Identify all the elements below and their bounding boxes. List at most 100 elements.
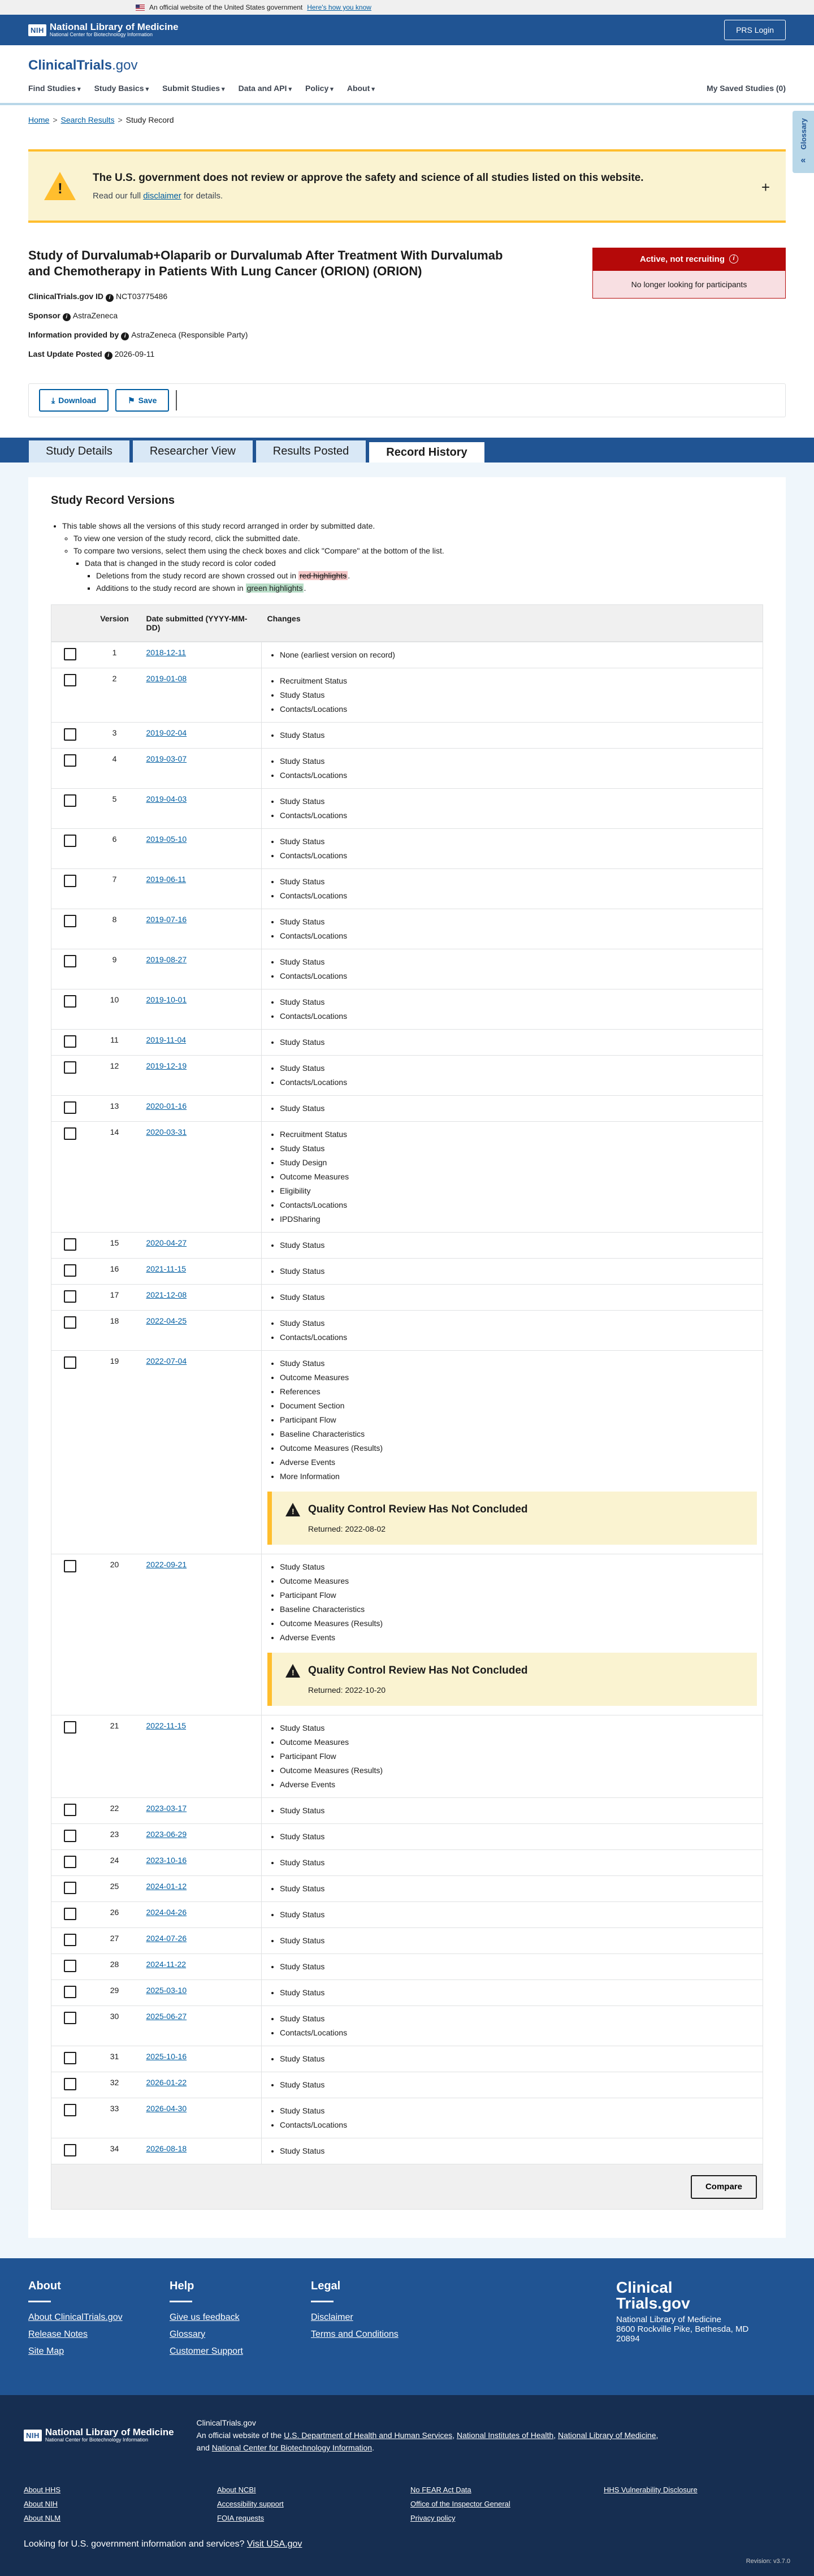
version-checkbox[interactable] (64, 2012, 76, 2024)
version-date-link[interactable]: 2020-03-31 (146, 1127, 187, 1136)
version-checkbox[interactable] (64, 674, 76, 686)
nav-item[interactable]: About (347, 84, 375, 93)
version-checkbox[interactable] (64, 794, 76, 807)
footer-link[interactable]: Customer Support (170, 2346, 311, 2357)
footer-bottom-link[interactable]: About NCBI (217, 2486, 410, 2494)
glossary-toggle[interactable]: Glossary « (793, 111, 814, 173)
version-checkbox[interactable] (64, 2052, 76, 2064)
footer-bottom-link[interactable]: Privacy policy (410, 2514, 604, 2522)
footer-bottom-link[interactable]: About NLM (24, 2514, 217, 2522)
version-date-link[interactable]: 2022-09-21 (146, 1560, 187, 1569)
version-date-link[interactable]: 2019-11-04 (146, 1035, 187, 1044)
footer-bottom-link[interactable]: Office of the Inspector General (410, 2500, 604, 2508)
version-date-link[interactable]: 2026-04-30 (146, 2104, 187, 2113)
version-date-link[interactable]: 2026-08-18 (146, 2144, 187, 2153)
version-date-link[interactable]: 2025-03-10 (146, 1986, 187, 1995)
info-icon[interactable]: i (121, 332, 129, 340)
clinicaltrials-logo[interactable]: ClinicalTrials.gov (28, 58, 786, 74)
info-icon[interactable]: i (104, 352, 112, 360)
version-checkbox[interactable] (64, 2078, 76, 2090)
version-date-link[interactable]: 2019-07-16 (146, 915, 187, 924)
footer-bottom-link[interactable]: About NIH (24, 2500, 217, 2508)
footer-bottom-link[interactable]: About HHS (24, 2486, 217, 2494)
version-checkbox[interactable] (64, 915, 76, 927)
version-checkbox[interactable] (64, 995, 76, 1008)
version-date-link[interactable]: 2022-07-04 (146, 1356, 187, 1365)
download-button[interactable]: ⤓ Download (39, 389, 109, 412)
footer-bottom-link[interactable]: Accessibility support (217, 2500, 410, 2508)
version-date-link[interactable]: 2024-04-26 (146, 1908, 187, 1917)
version-date-link[interactable]: 2022-04-25 (146, 1316, 187, 1325)
expand-plus-icon[interactable]: + (761, 179, 770, 196)
version-checkbox[interactable] (64, 1804, 76, 1816)
version-checkbox[interactable] (64, 835, 76, 847)
disclaimer-link[interactable]: disclaimer (143, 191, 181, 201)
version-checkbox[interactable] (64, 2104, 76, 2116)
version-date-link[interactable]: 2023-10-16 (146, 1856, 187, 1865)
nav-item[interactable]: Policy (305, 84, 334, 93)
version-date-link[interactable]: 2019-10-01 (146, 995, 187, 1004)
version-checkbox[interactable] (64, 1721, 76, 1734)
tab-1[interactable]: Study Details (28, 440, 130, 463)
my-saved-studies-link[interactable]: My Saved Studies (0) (707, 84, 786, 93)
version-date-link[interactable]: 2023-03-17 (146, 1804, 187, 1813)
version-checkbox[interactable] (64, 1238, 76, 1251)
footer-link[interactable]: Site Map (28, 2346, 170, 2357)
footer-bottom-link[interactable]: HHS Vulnerability Disclosure (604, 2486, 797, 2494)
version-checkbox[interactable] (64, 955, 76, 967)
version-date-link[interactable]: 2020-04-27 (146, 1238, 187, 1247)
version-date-link[interactable]: 2019-02-04 (146, 728, 187, 737)
info-icon[interactable]: i (62, 313, 71, 321)
version-date-link[interactable]: 2023-06-29 (146, 1830, 187, 1839)
version-checkbox[interactable] (64, 2144, 76, 2156)
footer-link[interactable]: Give us feedback (170, 2313, 311, 2323)
version-date-link[interactable]: 2024-01-12 (146, 1882, 187, 1891)
footer-link[interactable]: Glossary (170, 2329, 311, 2340)
version-checkbox[interactable] (64, 1934, 76, 1946)
footer-link[interactable]: About ClinicalTrials.gov (28, 2313, 170, 2323)
version-date-link[interactable]: 2021-12-08 (146, 1290, 187, 1299)
nlm-logo[interactable]: NIH National Library of Medicine Nationa… (28, 22, 179, 38)
nav-item[interactable]: Data and API (239, 84, 292, 93)
breadcrumb-home[interactable]: Home (28, 115, 49, 124)
version-checkbox[interactable] (64, 1035, 76, 1048)
prs-login-button[interactable]: PRS Login (724, 20, 786, 40)
version-date-link[interactable]: 2024-07-26 (146, 1934, 187, 1943)
version-checkbox[interactable] (64, 728, 76, 741)
tab-4[interactable]: Record History (369, 440, 485, 463)
tab-3[interactable]: Results Posted (255, 440, 367, 463)
version-date-link[interactable]: 2019-05-10 (146, 835, 187, 844)
version-checkbox[interactable] (64, 1882, 76, 1894)
info-icon[interactable]: i (106, 294, 114, 302)
version-date-link[interactable]: 2022-11-15 (146, 1721, 187, 1730)
version-date-link[interactable]: 2026-01-22 (146, 2078, 187, 2087)
version-date-link[interactable]: 2019-06-11 (146, 875, 187, 884)
nav-item[interactable]: Submit Studies (162, 84, 224, 93)
nav-item[interactable]: Find Studies (28, 84, 81, 93)
usa-gov-link[interactable]: Visit USA.gov (247, 2539, 302, 2549)
footer-link[interactable]: Disclaimer (311, 2313, 452, 2323)
heres-how-link[interactable]: Here's how you know (307, 3, 371, 11)
version-checkbox[interactable] (64, 1830, 76, 1842)
version-checkbox[interactable] (64, 1264, 76, 1277)
version-date-link[interactable]: 2019-01-08 (146, 674, 187, 683)
footer-bottom-link[interactable] (604, 2514, 797, 2522)
version-date-link[interactable]: 2025-10-16 (146, 2052, 187, 2061)
version-checkbox[interactable] (64, 754, 76, 767)
footer-link[interactable]: Terms and Conditions (311, 2329, 452, 2340)
version-checkbox[interactable] (64, 1960, 76, 1972)
version-checkbox[interactable] (64, 1856, 76, 1868)
version-checkbox[interactable] (64, 1061, 76, 1074)
footer-bottom-link[interactable] (604, 2500, 797, 2508)
footer-bottom-link[interactable]: FOIA requests (217, 2514, 410, 2522)
version-checkbox[interactable] (64, 1560, 76, 1572)
version-checkbox[interactable] (64, 1127, 76, 1140)
footer-link[interactable]: Release Notes (28, 2329, 170, 2340)
version-date-link[interactable]: 2020-01-16 (146, 1101, 187, 1110)
version-checkbox[interactable] (64, 1101, 76, 1114)
version-checkbox[interactable] (64, 875, 76, 887)
version-checkbox[interactable] (64, 648, 76, 660)
version-date-link[interactable]: 2018-12-11 (146, 648, 187, 657)
version-date-link[interactable]: 2019-08-27 (146, 955, 187, 964)
save-button[interactable]: ⚑ Save (115, 389, 170, 412)
